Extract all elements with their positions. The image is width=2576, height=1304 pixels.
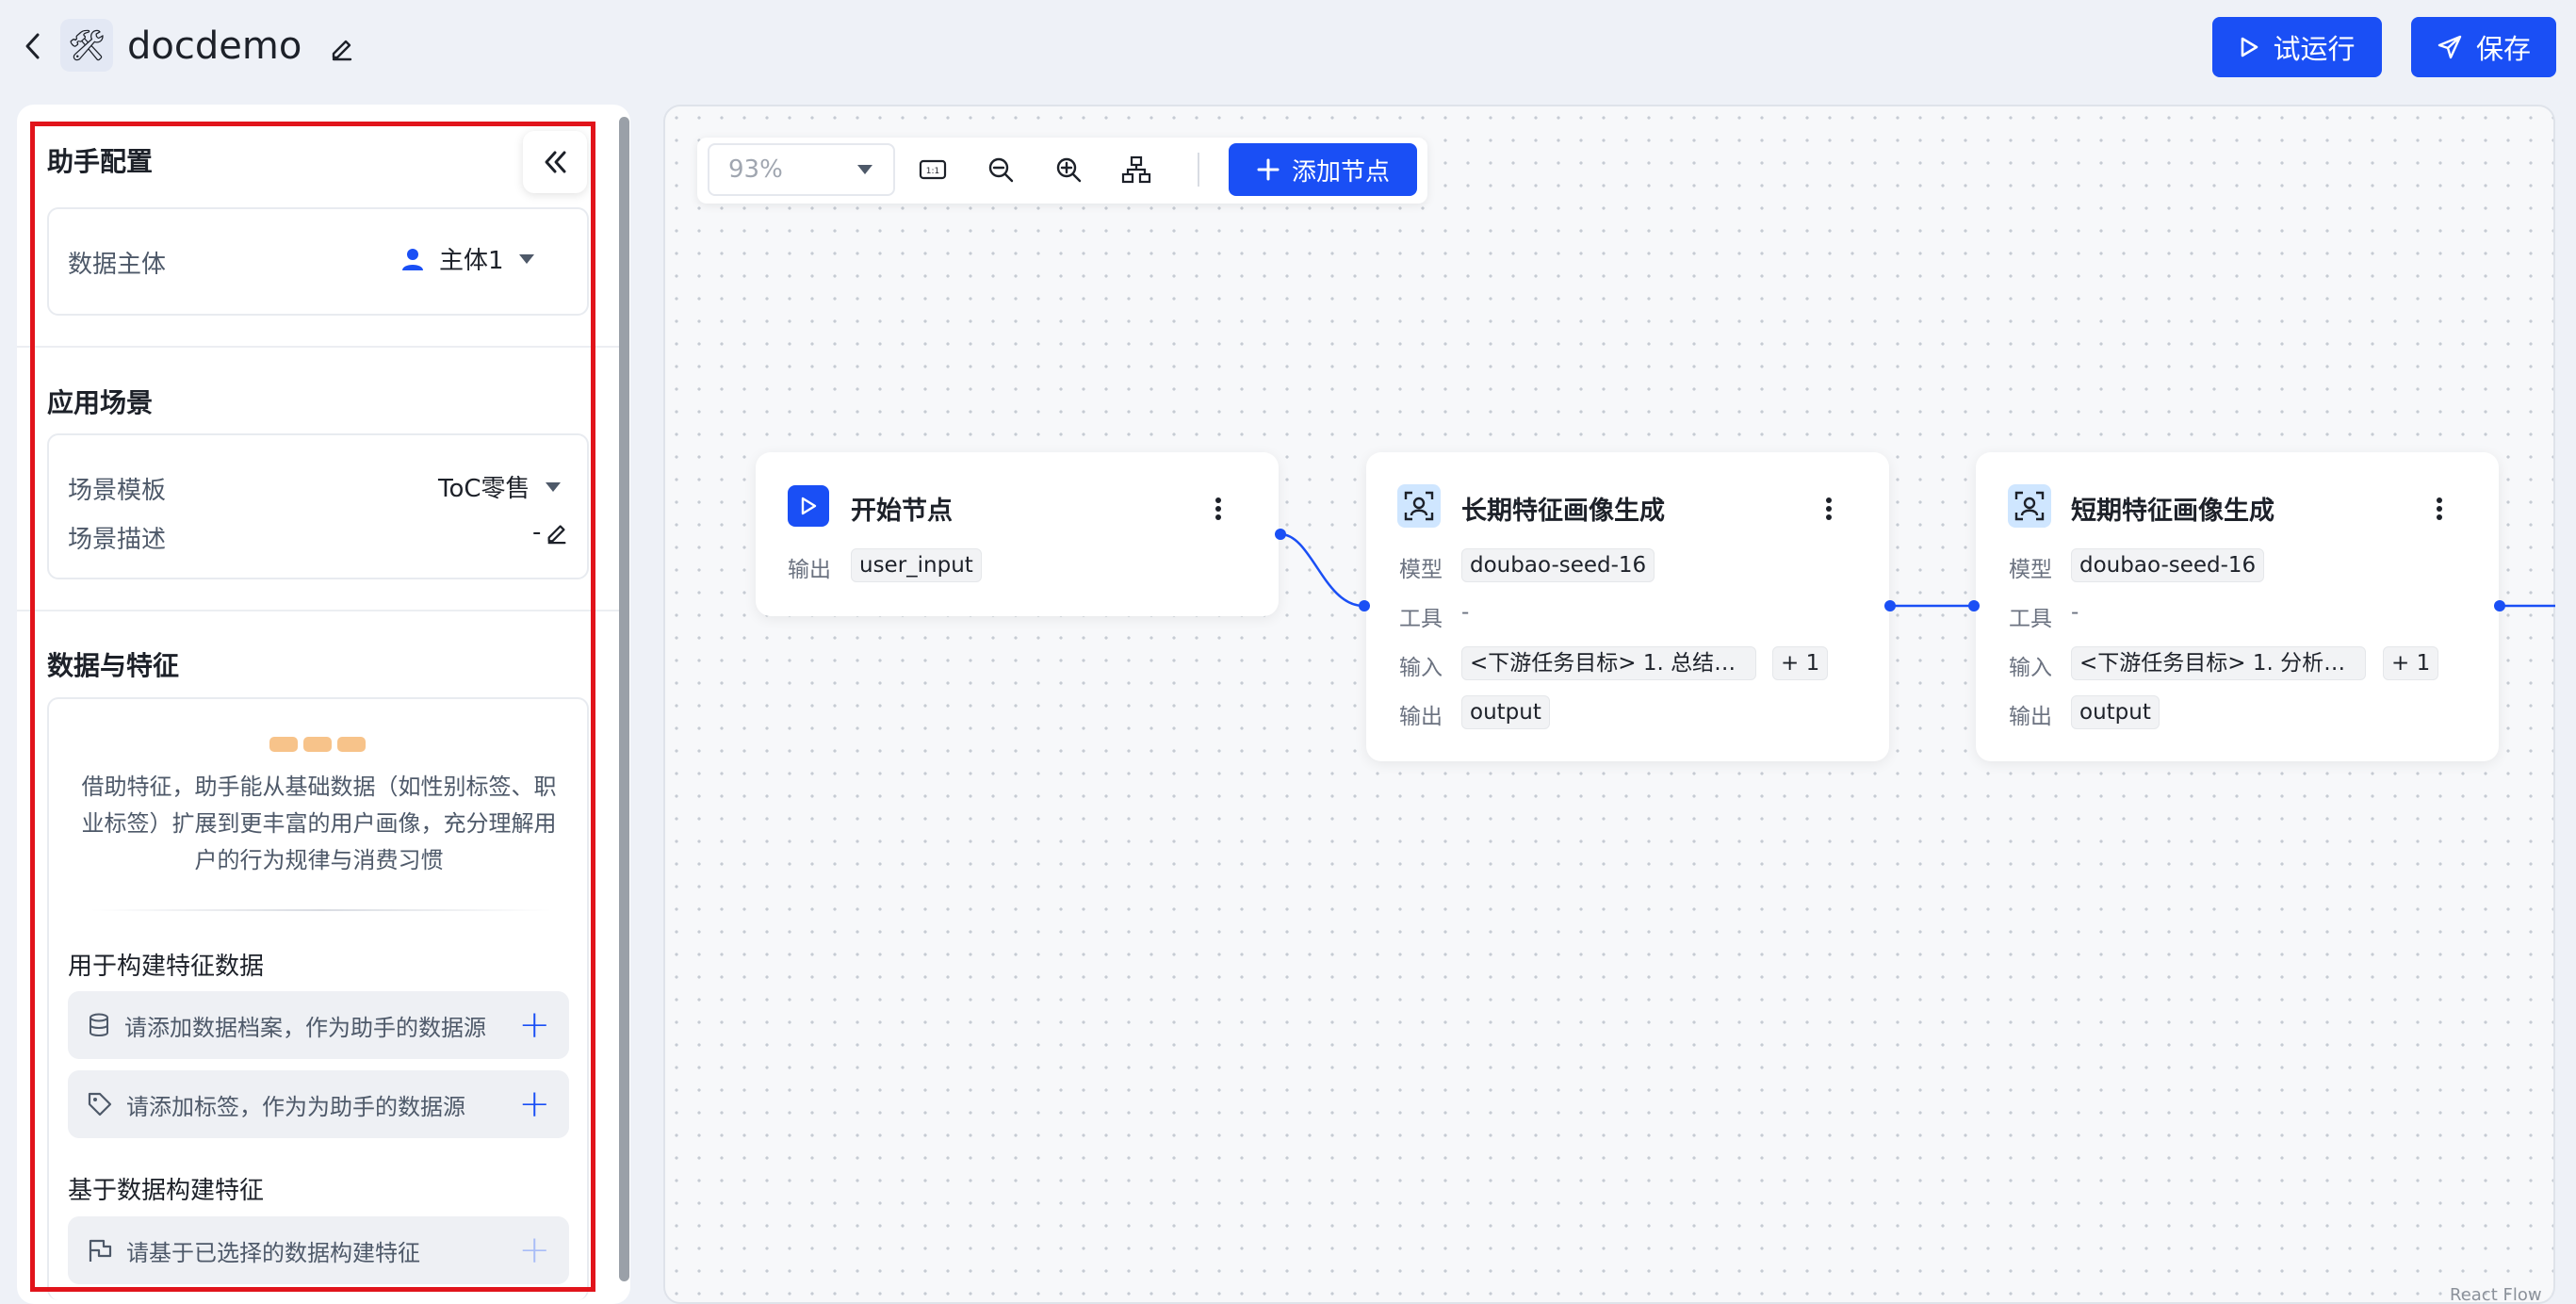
node-title: 开始节点	[851, 497, 953, 526]
node-input-label: 输入	[2009, 656, 2052, 680]
node-output-label: 输出	[1399, 705, 1443, 729]
node-title: 短期特征画像生成	[2071, 497, 2274, 526]
start-node[interactable]	[756, 452, 1279, 616]
edge-start-to-long-term	[1280, 532, 1364, 608]
input-handle[interactable]	[1968, 600, 1980, 611]
more-options-icon[interactable]	[1204, 490, 1232, 528]
node-model-value: doubao-seed-16	[2071, 548, 2265, 582]
node-output-value: output	[1461, 695, 1550, 729]
output-handle[interactable]	[1884, 600, 1896, 611]
more-options-icon[interactable]	[1815, 490, 1843, 528]
node-model-value: doubao-seed-16	[1461, 548, 1655, 582]
node-tool-value: -	[2071, 600, 2079, 625]
node-model-label: 模型	[2009, 558, 2052, 582]
output-handle[interactable]	[2494, 600, 2505, 611]
input-handle[interactable]	[1359, 600, 1370, 611]
node-input-value: <下游任务目标> 1. 总结用…	[1461, 646, 1756, 680]
play-icon	[788, 485, 829, 527]
react-flow-attribution[interactable]: React Flow	[2450, 1285, 2542, 1304]
node-output-label: 输出	[2009, 705, 2052, 729]
node-model-label: 模型	[1399, 558, 1443, 582]
node-input-value: <下游任务目标> 1. 分析用…	[2071, 646, 2366, 680]
node-tool-value: -	[1461, 600, 1470, 625]
node-tool-label: 工具	[1399, 607, 1443, 631]
node-tool-label: 工具	[2009, 607, 2052, 631]
node-input-label: 输入	[1399, 656, 1443, 680]
node-output-value: output	[2071, 695, 2160, 729]
output-handle[interactable]	[1275, 529, 1286, 540]
face-scan-icon	[1397, 484, 1441, 528]
node-title: 长期特征画像生成	[1461, 497, 1665, 526]
node-input-extra-badge: + 1	[1772, 646, 1829, 680]
face-scan-icon	[2008, 484, 2051, 528]
more-options-icon[interactable]	[2425, 490, 2454, 528]
node-output-value: user_input	[851, 548, 982, 582]
node-input-extra-badge: + 1	[2383, 646, 2439, 680]
node-output-label: 输出	[788, 558, 831, 582]
